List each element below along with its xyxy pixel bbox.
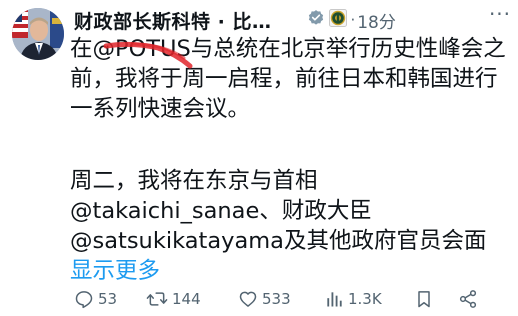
timestamp[interactable]: 18分 bbox=[357, 8, 396, 33]
dot-separator: · bbox=[350, 11, 356, 29]
more-label: ··· bbox=[488, 2, 512, 26]
paragraph-text: 、财政大臣 bbox=[259, 198, 372, 224]
views-icon bbox=[324, 289, 344, 309]
repost-button[interactable]: 144 bbox=[146, 285, 238, 313]
view-count: 1.3K bbox=[348, 290, 382, 308]
views-button[interactable]: 1.3K bbox=[324, 285, 414, 313]
mention-link[interactable]: @satsukikatayama bbox=[70, 228, 284, 254]
repost-count: 144 bbox=[172, 290, 201, 308]
reply-count: 53 bbox=[98, 290, 118, 308]
repost-icon bbox=[146, 289, 168, 309]
mention-link[interactable]: @POTUS bbox=[93, 36, 191, 62]
post-paragraph-2: 周二，我将在东京与首相 @takaichi_sanae、财政大臣 @satsukik… bbox=[70, 166, 510, 286]
like-button[interactable]: 533 bbox=[238, 285, 324, 313]
heart-icon bbox=[238, 289, 258, 309]
paragraph-text: 及其他政府官员会面 bbox=[283, 228, 487, 254]
post[interactable]: 财政部长斯科特 · 比… · 18分 ··· 在@POTUS与总统在北京举行历史… bbox=[0, 0, 518, 316]
author-badges bbox=[307, 9, 348, 31]
paragraph-text: 在 bbox=[70, 36, 93, 62]
verified-badge-icon bbox=[307, 9, 325, 31]
avatar[interactable] bbox=[12, 8, 64, 60]
post-body: 在@POTUS与总统在北京举行历史性峰会之前，我将于周一启程，前往日本和韩国进行… bbox=[70, 34, 510, 286]
mention-link[interactable]: @takaichi_sanae bbox=[70, 198, 259, 224]
share-icon bbox=[458, 289, 478, 309]
more-options-button[interactable]: ··· bbox=[486, 0, 514, 28]
reply-button[interactable]: 53 bbox=[74, 285, 146, 313]
bookmark-icon bbox=[414, 289, 434, 309]
author-name[interactable]: 财政部长斯科特 · 比… bbox=[74, 7, 271, 34]
show-more-link[interactable]: 显示更多 bbox=[70, 258, 160, 284]
action-bar: 53 144 533 1.3K bbox=[74, 285, 504, 313]
affiliate-seal-icon[interactable] bbox=[329, 9, 348, 31]
post-header: 财政部长斯科特 · 比… · 18分 bbox=[74, 6, 510, 34]
reply-icon bbox=[74, 289, 94, 309]
bookmark-button[interactable] bbox=[414, 285, 458, 313]
post-paragraph-1: 在@POTUS与总统在北京举行历史性峰会之前，我将于周一启程，前往日本和韩国进行… bbox=[70, 34, 510, 124]
like-count: 533 bbox=[262, 290, 291, 308]
share-button[interactable] bbox=[458, 285, 488, 313]
paragraph-text: 周二，我将在东京与首相 bbox=[70, 168, 318, 194]
